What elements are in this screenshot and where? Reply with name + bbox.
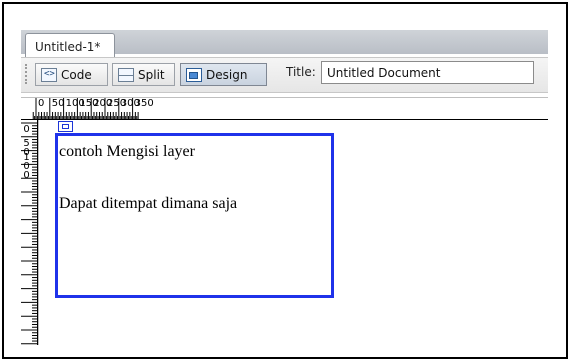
vertical-ruler: 050100 <box>21 120 39 345</box>
split-view-button[interactable]: Split <box>112 63 175 86</box>
ruler-label: 50 <box>51 98 65 109</box>
title-input[interactable] <box>321 61 534 84</box>
design-view-label: Design <box>206 67 248 82</box>
toolbar-grip[interactable] <box>25 64 32 84</box>
code-icon <box>41 67 57 82</box>
layer-text-line-2: Dapat ditempat dimana saja <box>59 195 238 212</box>
layer-box[interactable]: contoh Mengisi layer Dapat ditempat dima… <box>55 133 334 298</box>
design-icon <box>186 67 202 82</box>
ruler-label: 0 <box>23 124 30 135</box>
horizontal-ruler: 0 50 100 150 200 250 300 350 <box>21 97 548 120</box>
split-view-label: Split <box>138 67 165 82</box>
layer-text-line-1: contoh Mengisi layer <box>59 143 195 160</box>
ruler-label: 0 <box>23 169 30 181</box>
document-tab[interactable]: Untitled-1* <box>25 33 115 57</box>
layer-anchor-icon[interactable] <box>58 121 73 132</box>
design-view-button[interactable]: Design <box>180 63 267 86</box>
code-view-label: Code <box>61 67 92 82</box>
code-view-button[interactable]: Code <box>35 63 108 86</box>
split-icon <box>118 67 134 82</box>
ruler-label: 0 <box>38 98 45 109</box>
title-label: Title: <box>286 65 316 79</box>
ruler-label: 350 <box>134 98 154 109</box>
